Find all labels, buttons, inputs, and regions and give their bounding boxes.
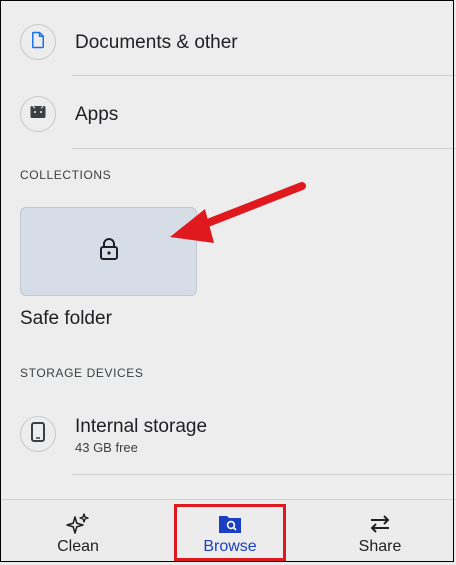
annotation-arrow — [170, 182, 306, 243]
